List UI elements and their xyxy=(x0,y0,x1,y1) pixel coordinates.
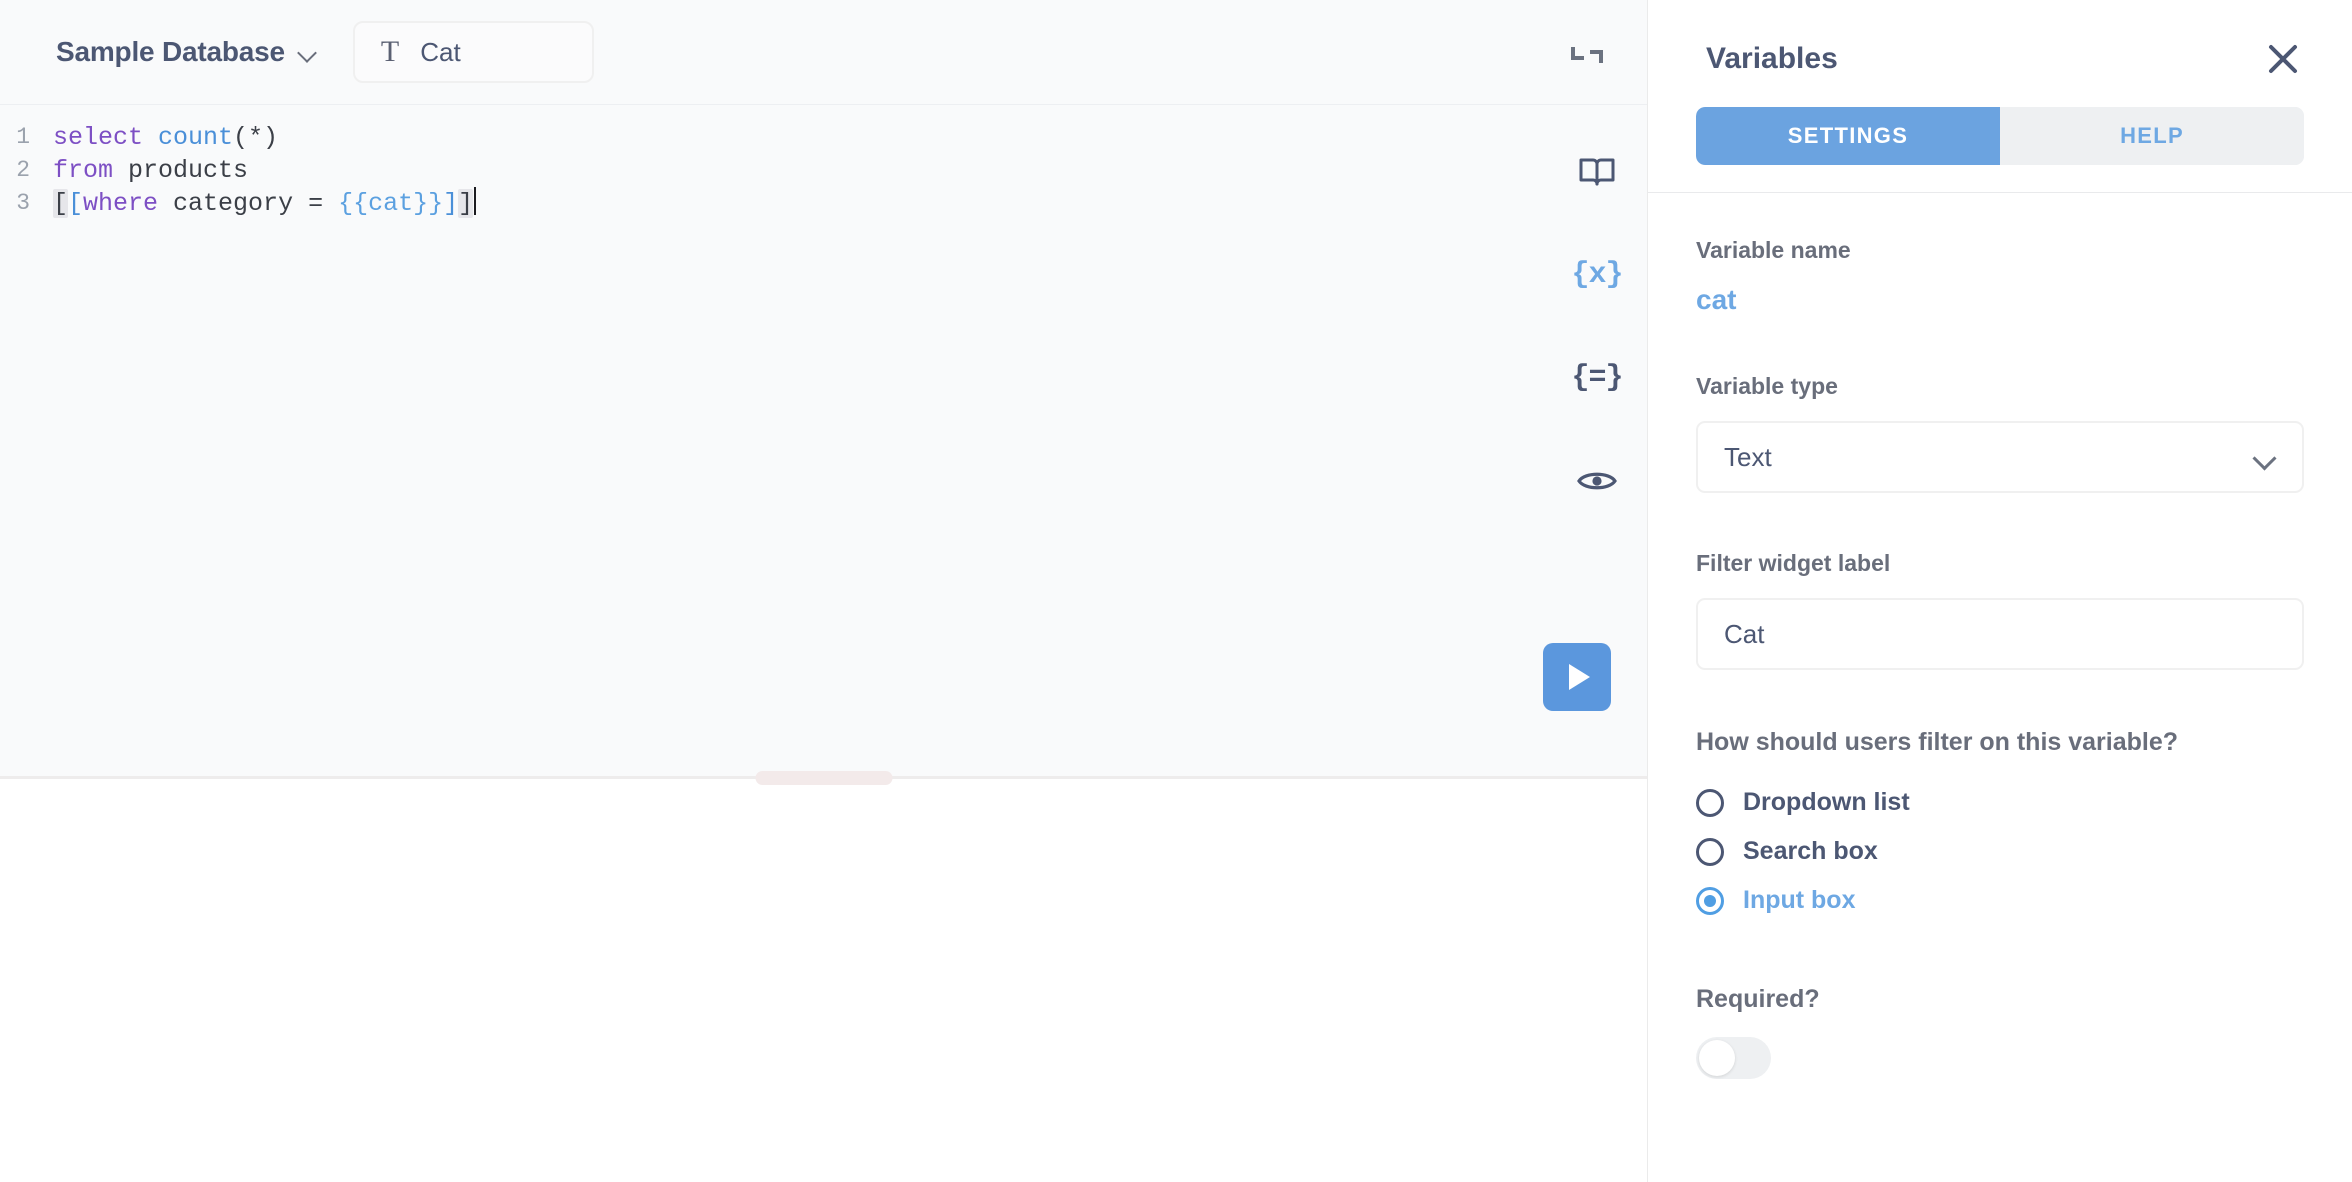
code-line: 3 [[where category = {{cat}}]] xyxy=(0,187,1647,220)
required-toggle[interactable] xyxy=(1696,1037,1771,1079)
code-token: category = xyxy=(173,189,339,218)
code-line: 2 from products xyxy=(0,154,1647,187)
variable-chip-cat[interactable]: T Cat xyxy=(352,21,594,83)
text-type-icon: T xyxy=(380,35,400,68)
close-icon[interactable] xyxy=(2262,38,2304,80)
line-number: 3 xyxy=(16,190,30,216)
code-token: [ xyxy=(53,189,69,218)
snippets-glyph: {=} xyxy=(1571,361,1624,395)
preview-query-icon[interactable] xyxy=(1574,458,1620,504)
variables-sidebar: Variables SETTINGS HELP Variable name ca… xyxy=(1647,0,2352,1182)
radio-icon-selected xyxy=(1696,886,1724,915)
required-label: Required? xyxy=(1696,985,1820,1013)
toggle-knob xyxy=(1699,1040,1735,1076)
variable-settings-form: Variable name cat Variable type Text Fil… xyxy=(1648,193,2352,1079)
variables-icon[interactable]: {x} xyxy=(1571,252,1624,298)
variable-name-field: Variable name cat xyxy=(1696,237,2304,316)
database-selector[interactable]: Sample Database xyxy=(56,36,318,68)
variable-type-value: Text xyxy=(1724,441,1772,472)
query-results-area xyxy=(0,779,1647,1182)
code-line-text: select count(*) xyxy=(30,121,278,154)
run-query-button[interactable] xyxy=(1543,643,1611,711)
collapse-icon[interactable] xyxy=(1565,36,1609,74)
radio-icon xyxy=(1696,837,1724,866)
editor-topbar: Sample Database T Cat xyxy=(0,0,1647,105)
filter-type-question: How should users filter on this variable… xyxy=(1696,728,2179,756)
code-token: ] xyxy=(443,189,459,218)
filter-widget-label-label: Filter widget label xyxy=(1696,550,1891,576)
code-token: ] xyxy=(458,189,474,218)
variable-chip-label: Cat xyxy=(420,36,461,67)
editor-shell: Sample Database T Cat 1 select count(*) … xyxy=(0,0,1647,785)
variable-name-value: cat xyxy=(1696,284,1737,315)
native-query-editor-pane: Sample Database T Cat 1 select count(*) … xyxy=(0,0,1647,1182)
page-title: Variables xyxy=(1706,42,1838,75)
snippets-icon[interactable]: {=} xyxy=(1571,355,1624,401)
code-token: products xyxy=(128,156,249,185)
code-line: 1 select count(*) xyxy=(0,121,1647,154)
code-line-text: from products xyxy=(30,154,248,187)
sql-code-editor[interactable]: 1 select count(*) 2 from products 3 [[wh… xyxy=(0,105,1647,776)
tab-settings-label: SETTINGS xyxy=(1787,123,1909,148)
code-token: {{cat}} xyxy=(338,189,444,218)
radio-label: Search box xyxy=(1743,837,1878,865)
radio-icon xyxy=(1696,788,1724,817)
radio-label: Input box xyxy=(1743,886,1856,914)
radio-label: Dropdown list xyxy=(1743,788,1910,816)
code-token: [ xyxy=(68,189,84,218)
panel-tabs: SETTINGS HELP xyxy=(1696,107,2304,165)
play-icon xyxy=(1569,664,1590,690)
line-number: 1 xyxy=(16,124,30,150)
radio-search-box[interactable]: Search box xyxy=(1696,827,2304,876)
text-caret xyxy=(474,187,477,215)
chevron-down-icon xyxy=(2254,450,2276,464)
filter-type-radio-group: Dropdown list Search box Input box xyxy=(1696,778,2304,925)
filter-widget-label-field: Filter widget label xyxy=(1696,550,2304,670)
variable-name-label: Variable name xyxy=(1696,237,1851,263)
variable-type-select[interactable]: Text xyxy=(1696,421,2304,493)
chevron-down-icon xyxy=(298,46,318,58)
database-name-label: Sample Database xyxy=(56,36,285,67)
variables-glyph: {x} xyxy=(1571,258,1624,292)
filter-widget-label-input[interactable] xyxy=(1696,598,2304,670)
code-token: where xyxy=(83,189,174,218)
code-token: (*) xyxy=(233,123,279,152)
radio-input-box[interactable]: Input box xyxy=(1696,876,2304,925)
resize-editor-handle[interactable] xyxy=(755,771,892,785)
radio-dropdown-list[interactable]: Dropdown list xyxy=(1696,778,2304,827)
tab-help[interactable]: HELP xyxy=(2000,107,2304,165)
variable-type-label: Variable type xyxy=(1696,373,1838,399)
variable-type-field: Variable type Text xyxy=(1696,373,2304,493)
query-builder-screen: Sample Database T Cat 1 select count(*) … xyxy=(0,0,2352,1182)
variables-panel-header: Variables xyxy=(1648,0,2352,76)
code-token: count xyxy=(158,123,234,152)
code-token: from xyxy=(53,156,129,185)
tab-settings[interactable]: SETTINGS xyxy=(1696,107,2000,165)
code-line-text: [[where category = {{cat}}]] xyxy=(30,187,477,220)
tab-help-label: HELP xyxy=(2120,123,2184,148)
code-token: select xyxy=(53,123,159,152)
line-number: 2 xyxy=(16,157,30,183)
data-reference-icon[interactable] xyxy=(1574,149,1620,195)
